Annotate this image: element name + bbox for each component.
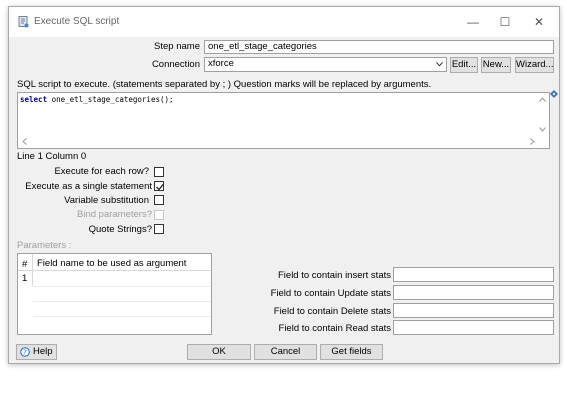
- scroll-down-icon[interactable]: [539, 127, 546, 132]
- variable-substitution-label: Variable substitution: [64, 195, 149, 206]
- scroll-right-icon[interactable]: [530, 138, 535, 145]
- sql-script-label: SQL script to execute. (statements separ…: [17, 79, 432, 90]
- bind-parameters-label: Bind parameters?: [77, 209, 152, 220]
- step-name-input[interactable]: one_etl_stage_categories: [204, 40, 554, 54]
- cursor-position-status: Line 1 Column 0: [17, 151, 87, 162]
- sql-code: select one_etl_stage_categories();: [20, 95, 174, 104]
- single-statement-label: Execute as a single statement: [25, 181, 152, 192]
- edit-connection-button[interactable]: Edit...: [450, 57, 478, 73]
- minimize-icon[interactable]: —: [459, 12, 487, 32]
- variable-diamond-icon: [550, 90, 558, 98]
- new-connection-button[interactable]: New...: [481, 57, 511, 73]
- scroll-left-icon[interactable]: [22, 138, 27, 145]
- parameters-table[interactable]: # Field name to be used as argument 1: [17, 253, 212, 335]
- update-stats-input[interactable]: [393, 285, 554, 300]
- window-title: Execute SQL script: [34, 16, 120, 27]
- row-number: 1: [22, 273, 28, 284]
- maximize-icon[interactable]: ☐: [491, 12, 519, 32]
- execute-each-row-label: Execute for each row?: [54, 166, 149, 177]
- ok-button[interactable]: OK: [187, 344, 251, 360]
- delete-stats-label: Field to contain Delete stats: [273, 306, 391, 317]
- insert-stats-label: Field to contain insert stats: [278, 270, 391, 281]
- cancel-button[interactable]: Cancel: [254, 344, 317, 360]
- connection-label: Connection: [151, 59, 200, 70]
- table-row[interactable]: 1: [18, 271, 33, 286]
- single-statement-checkbox[interactable]: [154, 181, 165, 191]
- help-button[interactable]: ? Help: [16, 344, 57, 360]
- row-divider: [33, 316, 211, 317]
- script-icon: [18, 16, 29, 28]
- read-stats-input[interactable]: [393, 320, 554, 335]
- checkmark-icon: [156, 183, 165, 191]
- connection-value: xforce: [208, 58, 234, 69]
- help-icon: ?: [20, 347, 30, 357]
- sql-keyword: select: [20, 95, 48, 104]
- chevron-down-icon: [436, 62, 443, 67]
- row-divider: [33, 286, 211, 287]
- insert-stats-input[interactable]: [393, 267, 554, 282]
- table-header-field: Field name to be used as argument: [33, 254, 211, 271]
- execute-each-row-checkbox[interactable]: [154, 167, 164, 177]
- variable-substitution-checkbox[interactable]: [154, 195, 164, 205]
- help-label: Help: [33, 346, 53, 357]
- close-icon[interactable]: ✕: [525, 12, 553, 32]
- quote-strings-checkbox[interactable]: [154, 224, 164, 234]
- connection-select[interactable]: xforce: [204, 57, 447, 72]
- get-fields-button[interactable]: Get fields: [320, 344, 383, 360]
- read-stats-label: Field to contain Read stats: [278, 323, 391, 334]
- quote-strings-label: Quote Strings?: [88, 224, 152, 235]
- sql-editor[interactable]: select one_etl_stage_categories();: [17, 92, 550, 149]
- delete-stats-input[interactable]: [393, 303, 554, 318]
- wizard-button[interactable]: Wizard...: [515, 57, 554, 73]
- step-name-label: Step name: [154, 41, 200, 52]
- parameters-label: Parameters :: [17, 240, 72, 251]
- title-bar[interactable]: Execute SQL script — ☐ ✕: [9, 7, 559, 37]
- row-divider: [33, 301, 211, 302]
- bind-parameters-checkbox: [154, 210, 164, 220]
- table-header-num: #: [18, 254, 33, 271]
- scroll-up-icon[interactable]: [539, 97, 546, 102]
- svg-text:?: ?: [23, 349, 27, 357]
- execute-sql-dialog: Execute SQL script — ☐ ✕ Step name one_e…: [8, 6, 560, 364]
- update-stats-label: Field to contain Update stats: [270, 288, 391, 299]
- sql-statement: one_etl_stage_categories();: [47, 95, 174, 104]
